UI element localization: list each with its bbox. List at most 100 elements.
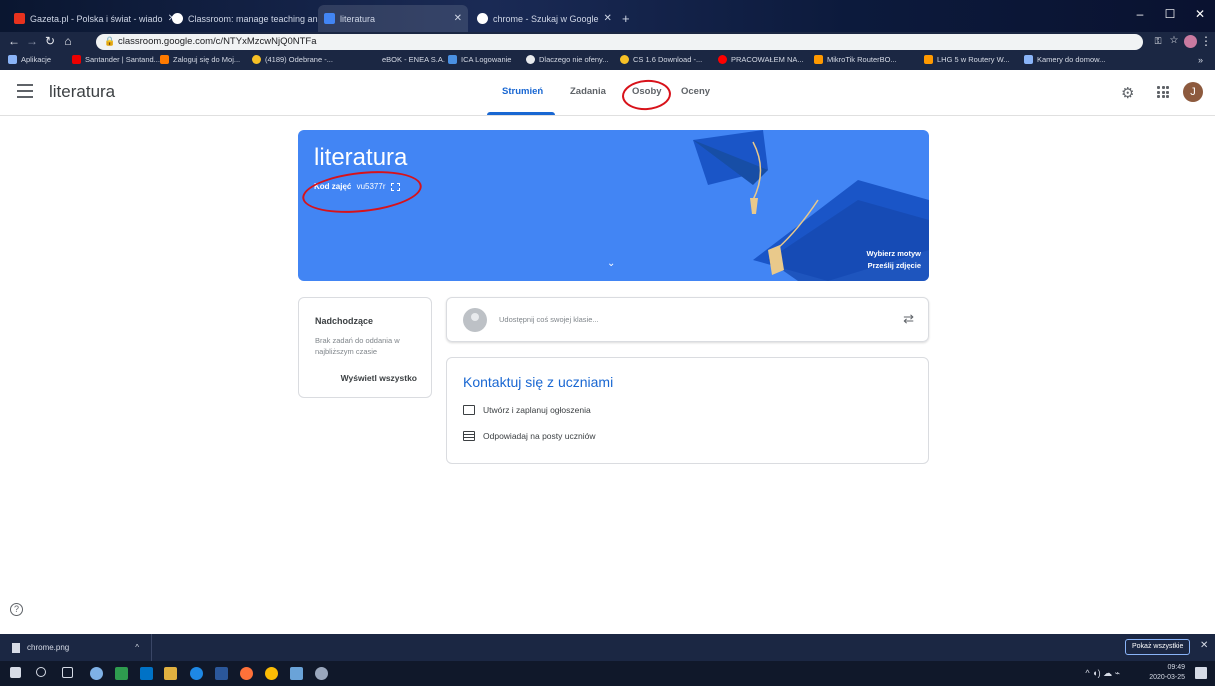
outlook-icon[interactable] — [140, 667, 153, 680]
google-apps-icon[interactable] — [1157, 86, 1169, 98]
view-all-link[interactable]: Wyświetl wszystko — [341, 373, 417, 383]
tab-title: Gazeta.pl - Polska i świat - wiado — [30, 13, 163, 24]
app-icon[interactable] — [90, 667, 103, 680]
bookmark-item[interactable]: ICA Logowanie — [448, 55, 511, 64]
close-icon[interactable]: ✕ — [1200, 640, 1208, 651]
avatar[interactable]: J — [1183, 82, 1203, 102]
hamburger-menu-icon[interactable] — [17, 84, 33, 98]
lock-icon: 🔒 — [104, 36, 116, 46]
chevron-down-icon[interactable]: ⌄ — [607, 258, 615, 269]
home-icon[interactable]: ⌂ — [60, 34, 76, 48]
bookmark-item[interactable]: LHG 5 w Routery W... — [924, 55, 1010, 64]
select-theme-link[interactable]: Wybierz motyw — [867, 248, 921, 260]
more-bookmarks-icon[interactable]: » — [1198, 55, 1203, 65]
minimize-icon[interactable]: – — [1125, 0, 1155, 32]
address-bar[interactable]: 🔒 classroom.google.com/c/NTYxMzcwNjQ0NTF… — [96, 34, 1143, 50]
message-list-icon — [463, 431, 475, 441]
app-icon[interactable] — [290, 667, 303, 680]
tab-classwork[interactable]: Zadania — [570, 86, 606, 97]
google-favicon-icon — [477, 13, 488, 24]
system-tray-icons[interactable]: ^ ◖) ☁ ⌁ — [1085, 668, 1120, 679]
upcoming-empty-text: Brak zadań do oddania w najbliższym czas… — [315, 336, 400, 356]
bookmark-item[interactable]: Dlaczego nie ofeny... — [526, 55, 609, 64]
chevron-up-icon[interactable]: ^ — [135, 643, 139, 652]
amazon-icon — [924, 55, 933, 64]
close-window-icon[interactable]: ✕ — [1185, 0, 1215, 32]
notifications-icon[interactable] — [1195, 667, 1207, 679]
file-icon — [12, 642, 20, 653]
upcoming-title: Nadchodzące — [315, 316, 374, 326]
red-annotation-circle — [621, 78, 672, 112]
windows-start-icon[interactable] — [10, 667, 21, 678]
class-banner: literatura Kod zajęć vu5377r ⌄ Wybierz m… — [298, 130, 929, 281]
browser-tab[interactable]: chrome - Szukaj w Google ✕ — [471, 5, 612, 32]
key-icon[interactable]: ⚿ — [1150, 36, 1166, 47]
bookmarks-bar: Aplikacje Santander | Santand... Zaloguj… — [0, 52, 1215, 70]
browser-tab-active[interactable]: literatura ✕ — [318, 5, 468, 32]
comment-icon — [463, 405, 475, 415]
download-item[interactable]: chrome.png ^ — [0, 634, 152, 661]
gazeta-favicon-icon — [14, 13, 25, 24]
cs-icon — [620, 55, 629, 64]
bookmark-item[interactable]: Zaloguj się do Moj... — [160, 55, 240, 64]
upload-photo-link[interactable]: Prześlij zdjęcie — [867, 260, 921, 272]
share-placeholder: Udostępnij coś swojej klasie... — [499, 315, 599, 324]
star-icon[interactable]: ☆ — [1166, 35, 1182, 46]
classroom-header: literatura Strumień Zadania Osoby Oceny … — [0, 70, 1215, 116]
bookmark-item[interactable]: MikroTik RouterBO... — [814, 55, 897, 64]
settings-gear-icon[interactable]: ⚙ — [1121, 84, 1134, 102]
bookmark-item[interactable]: Kamery do domow... — [1024, 55, 1105, 64]
edge-icon[interactable] — [190, 667, 203, 680]
create-announcement-item[interactable]: Utwórz i zaplanuj ogłoszenia — [463, 405, 591, 415]
task-view-icon[interactable] — [62, 667, 73, 678]
repost-icon[interactable]: ⇄ — [903, 311, 914, 327]
more-vert-icon[interactable]: ⋮ — [1198, 34, 1214, 48]
bookmark-item[interactable]: (4189) Odebrane -... — [252, 55, 333, 64]
browser-tab-strip: Gazeta.pl - Polska i świat - wiado ✕ Cla… — [0, 0, 1215, 32]
user-avatar-placeholder-icon — [463, 308, 487, 332]
windows-taskbar: ^ ◖) ☁ ⌁ 09:49 2020-03-25 — [0, 661, 1215, 686]
browser-tab[interactable]: Gazeta.pl - Polska i świat - wiado ✕ — [8, 5, 176, 32]
chrome-icon[interactable] — [265, 667, 278, 680]
tab-stream[interactable]: Strumień — [502, 86, 543, 97]
browser-tab[interactable]: Classroom: manage teaching an ✕ — [166, 5, 331, 32]
active-tab-indicator — [487, 112, 555, 115]
url-text: classroom.google.com/c/NTYxMzcwNjQ0NTFa — [118, 36, 317, 47]
help-icon[interactable]: ? — [10, 603, 23, 616]
tab-title: chrome - Szukaj w Google — [493, 13, 599, 24]
search-icon[interactable] — [36, 667, 46, 677]
bookmark-item[interactable]: Aplikacje — [8, 55, 51, 64]
bookmark-item[interactable]: CS 1.6 Download -... — [620, 55, 702, 64]
excel-icon[interactable] — [115, 667, 128, 680]
reload-icon[interactable]: ↻ — [42, 34, 58, 48]
browser-toolbar: ← → ↻ ⌂ 🔒 classroom.google.com/c/NTYxMzc… — [0, 32, 1215, 52]
back-arrow-icon[interactable]: ← — [6, 34, 22, 48]
camera-icon — [1024, 55, 1033, 64]
reply-posts-item[interactable]: Odpowiadaj na posty uczniów — [463, 431, 595, 441]
contact-students-card: Kontaktuj się z uczniami Utwórz i zaplan… — [446, 357, 929, 464]
show-all-button[interactable]: Pokaż wszystkie — [1125, 639, 1191, 655]
close-tab-icon[interactable]: ✕ — [604, 13, 612, 24]
firefox-icon[interactable] — [240, 667, 253, 680]
tab-grades[interactable]: Oceny — [681, 86, 710, 97]
clock-date: 2020-03-25 — [1149, 674, 1185, 681]
apps-grid-icon — [8, 55, 17, 64]
word-icon[interactable] — [215, 667, 228, 680]
clock[interactable]: 09:49 2020-03-25 — [1149, 663, 1185, 683]
bookmark-item[interactable]: PRACOWAŁEM NA... — [718, 55, 804, 64]
share-box[interactable]: Udostępnij coś swojej klasie... ⇄ — [446, 297, 929, 342]
bookmark-item[interactable]: Santander | Santand... — [72, 55, 160, 64]
file-explorer-icon[interactable] — [164, 667, 177, 680]
forward-arrow-icon[interactable]: → — [24, 34, 40, 48]
close-tab-icon[interactable]: ✕ — [454, 13, 462, 24]
profile-icon[interactable] — [1184, 35, 1197, 48]
maximize-icon[interactable]: ☐ — [1155, 0, 1185, 32]
amazon-icon — [814, 55, 823, 64]
window-controls: – ☐ ✕ — [1125, 0, 1215, 32]
paint-icon[interactable] — [315, 667, 328, 680]
classroom-favicon-icon — [324, 13, 335, 24]
ica-icon — [448, 55, 457, 64]
bookmark-item[interactable]: eBOK - ENEA S.A. — [382, 55, 445, 64]
santander-icon — [72, 55, 81, 64]
new-tab-button[interactable]: + — [616, 5, 636, 32]
